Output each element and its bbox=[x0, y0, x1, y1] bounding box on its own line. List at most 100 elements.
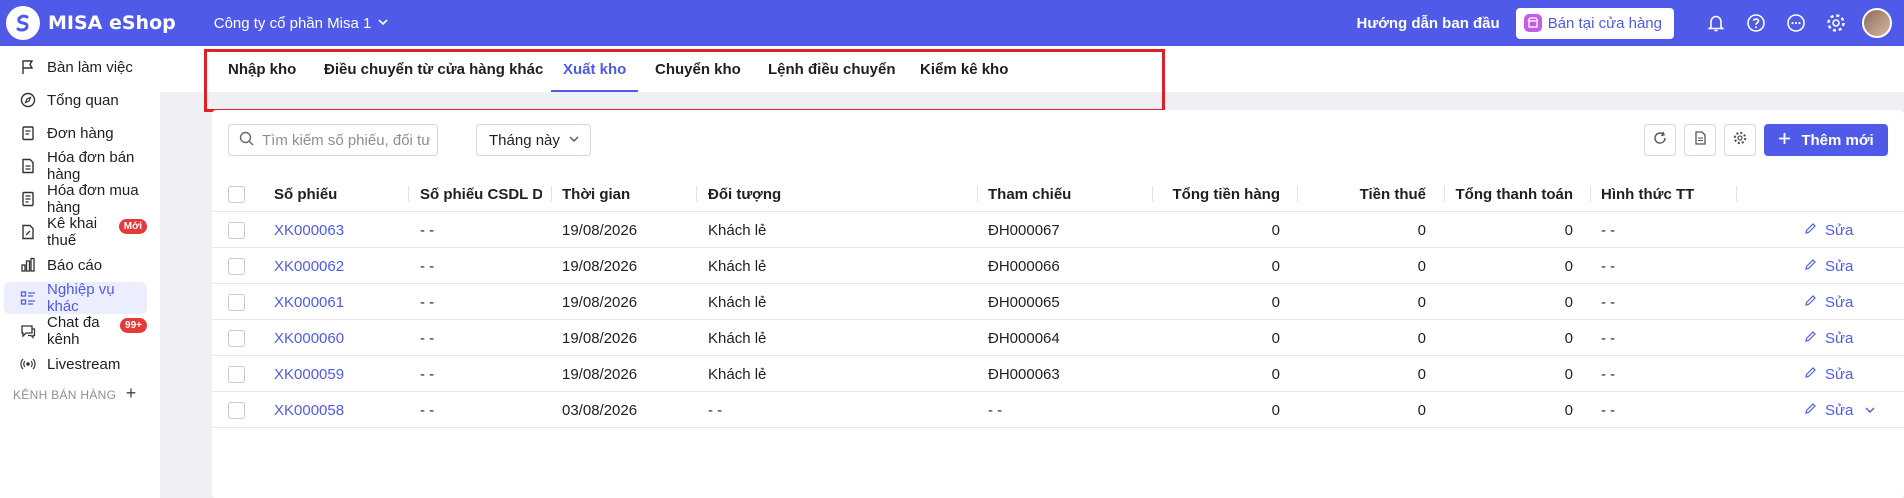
col-hinh-thuc-tt[interactable]: Hình thức TT bbox=[1601, 176, 1694, 212]
voucher-code-link[interactable]: XK000058 bbox=[274, 392, 344, 428]
bell-icon[interactable] bbox=[1696, 0, 1736, 46]
date: 19/08/2026 bbox=[562, 257, 638, 275]
live-icon bbox=[20, 356, 36, 372]
company-selector[interactable]: Công ty cổ phần Misa 1 bbox=[214, 15, 390, 32]
tab-bar: Nhập kho Điều chuyển từ cửa hàng khác Xu… bbox=[160, 46, 1904, 92]
edit-button[interactable]: Sửa bbox=[1804, 356, 1853, 392]
add-channel-button[interactable]: + bbox=[122, 381, 140, 405]
tax-amount: 0 bbox=[1417, 293, 1426, 311]
tab-xuat-kho[interactable]: Xuất kho bbox=[550, 46, 639, 92]
party: Khách lẻ bbox=[708, 365, 767, 383]
tab-kiem-ke-kho[interactable]: Kiểm kê kho bbox=[920, 46, 1008, 92]
edit-button[interactable]: Sửa bbox=[1804, 392, 1853, 428]
col-tham-chieu[interactable]: Tham chiếu bbox=[988, 176, 1071, 212]
gear-icon bbox=[1733, 131, 1747, 149]
sidebar-item-hoa-don-mua-hang[interactable]: Hóa đơn mua hàng bbox=[4, 182, 147, 216]
tab-dieu-chuyen-tu-cua-hang-khac[interactable]: Điều chuyển từ cửa hàng khác bbox=[324, 46, 543, 92]
list-icon bbox=[20, 290, 36, 306]
col-tien-thue[interactable]: Tiền thuế bbox=[1302, 176, 1426, 212]
table-row[interactable]: XK000061 - - 19/08/2026 Khách lẻ ĐH00006… bbox=[212, 284, 1904, 320]
help-icon[interactable] bbox=[1736, 0, 1776, 46]
gear-icon[interactable] bbox=[1816, 0, 1856, 46]
edit-button[interactable]: Sửa bbox=[1804, 284, 1853, 320]
more-icon[interactable] bbox=[1776, 0, 1816, 46]
tab-nhap-kho[interactable]: Nhập kho bbox=[228, 46, 296, 92]
col-doi-tuong[interactable]: Đối tượng bbox=[708, 176, 781, 212]
export-button[interactable] bbox=[1684, 124, 1716, 156]
pencil-icon bbox=[1804, 366, 1817, 383]
payment-method: - - bbox=[1601, 221, 1616, 239]
search-box[interactable] bbox=[228, 124, 438, 156]
table-row[interactable]: XK000062 - - 19/08/2026 Khách lẻ ĐH00006… bbox=[212, 248, 1904, 284]
pencil-icon bbox=[1804, 402, 1817, 419]
guide-link[interactable]: Hướng dẫn ban đầu bbox=[1357, 15, 1500, 32]
payment-amount: 0 bbox=[1564, 293, 1573, 311]
reference: ĐH000064 bbox=[988, 329, 1060, 347]
refresh-button[interactable] bbox=[1644, 124, 1676, 156]
col-tong-thanh-toan[interactable]: Tổng thanh toán bbox=[1448, 176, 1573, 212]
tax-amount: 0 bbox=[1417, 401, 1426, 419]
edit-button[interactable]: Sửa bbox=[1804, 320, 1853, 356]
pencil-icon bbox=[1804, 330, 1817, 347]
table-row[interactable]: XK000063 - - 19/08/2026 Khách lẻ ĐH00006… bbox=[212, 212, 1904, 248]
sidebar-item-ke-khai-thue[interactable]: Kê khai thuế Mới bbox=[4, 215, 147, 249]
edit-button[interactable]: Sửa bbox=[1804, 212, 1853, 248]
col-so-phieu[interactable]: Số phiếu bbox=[274, 176, 337, 212]
row-checkbox[interactable] bbox=[228, 222, 245, 239]
search-icon bbox=[239, 131, 254, 150]
period-filter[interactable]: Tháng này bbox=[476, 124, 591, 156]
table-row[interactable]: XK000060 - - 19/08/2026 Khách lẻ ĐH00006… bbox=[212, 320, 1904, 356]
sidebar-item-bao-cao[interactable]: Báo cáo bbox=[4, 249, 147, 281]
voucher-code-link[interactable]: XK000060 bbox=[274, 320, 344, 356]
row-checkbox[interactable] bbox=[228, 330, 245, 347]
select-all-checkbox[interactable] bbox=[228, 186, 245, 203]
add-new-button[interactable]: Thêm mới bbox=[1764, 124, 1888, 156]
payment-method: - - bbox=[1601, 257, 1616, 275]
file-icon bbox=[1693, 131, 1707, 149]
settings-button[interactable] bbox=[1724, 124, 1756, 156]
payment-method: - - bbox=[1601, 329, 1616, 347]
add-new-label: Thêm mới bbox=[1801, 131, 1874, 149]
edit-label: Sửa bbox=[1825, 401, 1854, 419]
row-checkbox[interactable] bbox=[228, 402, 245, 419]
col-thoi-gian[interactable]: Thời gian bbox=[562, 176, 630, 212]
csdl-code: - - bbox=[420, 365, 435, 383]
party: Khách lẻ bbox=[708, 221, 767, 239]
chevron-down-icon[interactable] bbox=[1864, 392, 1876, 428]
date: 19/08/2026 bbox=[562, 365, 638, 383]
shop-button[interactable]: Bán tại cửa hàng bbox=[1515, 7, 1674, 39]
row-checkbox[interactable] bbox=[228, 258, 245, 275]
tab-lenh-dieu-chuyen[interactable]: Lệnh điều chuyển bbox=[768, 46, 896, 92]
sidebar-item-livestream[interactable]: Livestream bbox=[4, 348, 147, 380]
col-so-phieu-csdl[interactable]: Số phiếu CSDL Dược bbox=[420, 176, 542, 212]
table-row[interactable]: XK000059 - - 19/08/2026 Khách lẻ ĐH00006… bbox=[212, 356, 1904, 392]
misa-logo-icon[interactable] bbox=[6, 6, 40, 40]
sidebar-item-label: Báo cáo bbox=[47, 256, 103, 274]
search-input[interactable] bbox=[262, 131, 430, 149]
sidebar-item-tong-quan[interactable]: Tổng quan bbox=[4, 84, 147, 116]
export-table: Số phiếu Số phiếu CSDL Dược Thời gian Đố… bbox=[212, 176, 1904, 428]
sidebar-item-hoa-don-ban-hang[interactable]: Hóa đơn bán hàng bbox=[4, 149, 147, 183]
voucher-code-link[interactable]: XK000063 bbox=[274, 212, 344, 248]
sidebar-item-nghiep-vu-khac[interactable]: Nghiệp vụ khác bbox=[4, 281, 147, 315]
voucher-code-link[interactable]: XK000061 bbox=[274, 284, 344, 320]
compass-icon bbox=[20, 92, 36, 108]
voucher-code-link[interactable]: XK000059 bbox=[274, 356, 344, 392]
table-row[interactable]: XK000058 - - 03/08/2026 - - - - 0 0 0 - … bbox=[212, 392, 1904, 428]
voucher-code-link[interactable]: XK000062 bbox=[274, 248, 344, 284]
row-checkbox[interactable] bbox=[228, 294, 245, 311]
sidebar-item-label: Livestream bbox=[47, 355, 121, 373]
row-checkbox[interactable] bbox=[228, 366, 245, 383]
sidebar-item-don-hang[interactable]: Đơn hàng bbox=[4, 117, 147, 149]
order-icon bbox=[20, 125, 36, 141]
tab-chuyen-kho[interactable]: Chuyển kho bbox=[655, 46, 741, 92]
avatar[interactable] bbox=[1862, 8, 1892, 38]
sales-channel-section-title: KÊNH BÁN HÀNG bbox=[13, 388, 117, 402]
col-tong-tien-hang[interactable]: Tổng tiền hàng bbox=[1158, 176, 1280, 212]
edit-button[interactable]: Sửa bbox=[1804, 248, 1853, 284]
payment-method: - - bbox=[1601, 293, 1616, 311]
payment-method: - - bbox=[1601, 365, 1616, 383]
flag-icon bbox=[20, 59, 36, 75]
sidebar-item-chat-da-kenh[interactable]: Chat đa kênh 99+ bbox=[4, 314, 147, 348]
sidebar-item-ban-lam-viec[interactable]: Bàn làm việc bbox=[4, 51, 147, 83]
